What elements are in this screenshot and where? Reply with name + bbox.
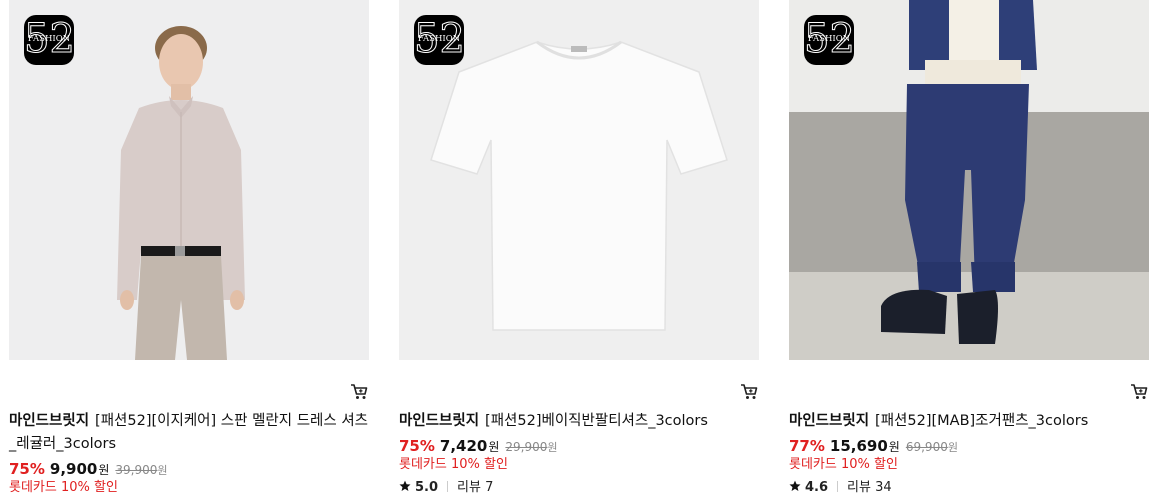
product-price: 75% 9,900원 39,900원 (9, 459, 369, 481)
star-icon (399, 480, 411, 491)
product-review[interactable]: 5.0 리뷰 7 (399, 479, 759, 497)
card-discount: 롯데카드 10% 할인 (9, 480, 118, 495)
sale-price: 9,900 (49, 460, 98, 478)
product-card[interactable]: 52 FASHION 마인드브릿지 [패션52][MAB]조거팬츠_3colors… (789, 0, 1149, 500)
product-title[interactable]: 마인드브릿지 [패션52][이지케어] 스판 멜란지 드레스 셔츠_레귤러_3co… (9, 410, 369, 456)
rating-score: 4.6 (805, 480, 829, 495)
divider (447, 481, 449, 492)
fashion52-badge: 52 FASHION (804, 15, 854, 65)
product-name: [패션52]베이직반팔티셔츠_3colors (485, 413, 708, 429)
product-name: [패션52][MAB]조거팬츠_3colors (875, 413, 1089, 429)
discount-rate: 77% (789, 437, 825, 455)
product-card[interactable]: 52 FASHION 마인드브릿지 [패션52]베이직반팔티셔츠_3colors … (399, 0, 759, 500)
review-count: 리뷰 7 (457, 480, 494, 495)
sale-price: 15,690 (829, 437, 888, 455)
divider (837, 481, 839, 492)
product-review[interactable]: 4.6 리뷰 34 (789, 479, 1149, 497)
price-unit: 원 (888, 440, 900, 454)
original-price: 69,900 (905, 440, 948, 454)
original-price-unit: 원 (547, 441, 558, 454)
product-price: 77% 15,690원 69,900원 (789, 436, 1149, 458)
card-discount: 롯데카드 10% 할인 (789, 457, 898, 472)
product-brand: 마인드브릿지 (9, 413, 90, 429)
discount-rate: 75% (9, 460, 45, 478)
product-brand: 마인드브릿지 (789, 413, 870, 429)
product-brand: 마인드브릿지 (399, 413, 480, 429)
discount-rate: 75% (399, 437, 435, 455)
price-unit: 원 (488, 440, 500, 454)
fashion52-badge: 52 FASHION (24, 15, 74, 65)
cart-icon[interactable] (739, 381, 759, 401)
product-image[interactable]: 52 FASHION (789, 0, 1149, 360)
product-title[interactable]: 마인드브릿지 [패션52]베이직반팔티셔츠_3colors (399, 410, 759, 433)
price-unit: 원 (98, 463, 110, 477)
product-price: 75% 7,420원 29,900원 (399, 436, 759, 458)
original-price: 39,900 (115, 463, 158, 477)
cart-icon[interactable] (349, 381, 369, 401)
card-discount: 롯데카드 10% 할인 (399, 457, 508, 472)
review-count: 리뷰 34 (847, 480, 892, 495)
rating-score: 5.0 (415, 480, 439, 495)
star-icon (789, 480, 801, 491)
cart-icon[interactable] (1129, 381, 1149, 401)
sale-price: 7,420 (439, 437, 488, 455)
product-image[interactable]: 52 FASHION (9, 0, 369, 360)
product-image[interactable]: 52 FASHION (399, 0, 759, 360)
product-title[interactable]: 마인드브릿지 [패션52][MAB]조거팬츠_3colors (789, 410, 1149, 433)
product-card[interactable]: 52 FASHION 마인드브릿지 [패션52][이지케어] 스판 멜란지 드레스… (9, 0, 369, 500)
original-price-unit: 원 (157, 464, 168, 477)
fashion52-badge: 52 FASHION (414, 15, 464, 65)
original-price-unit: 원 (947, 441, 958, 454)
original-price: 29,900 (505, 440, 548, 454)
